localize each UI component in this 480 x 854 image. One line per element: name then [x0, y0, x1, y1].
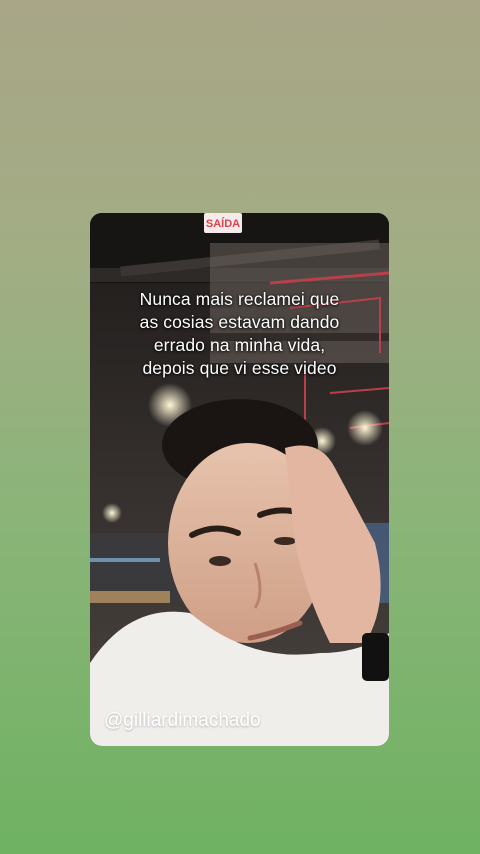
caption-line: errado na minha vida, [153, 335, 326, 355]
exit-sign-text: SAÍDA [206, 217, 240, 230]
caption-line: as cosias estavam dando [139, 312, 340, 332]
story-caption: Nunca mais reclamei que as cosias estava… [108, 288, 371, 380]
caption-line: Nunca mais reclamei que [139, 289, 340, 309]
story-video-card[interactable]: SAÍDA Nunca mais reclamei que as cosias … [90, 213, 389, 746]
caption-line: depois que vi esse video [142, 358, 337, 378]
author-handle[interactable]: @gilliardimachado [104, 710, 261, 732]
